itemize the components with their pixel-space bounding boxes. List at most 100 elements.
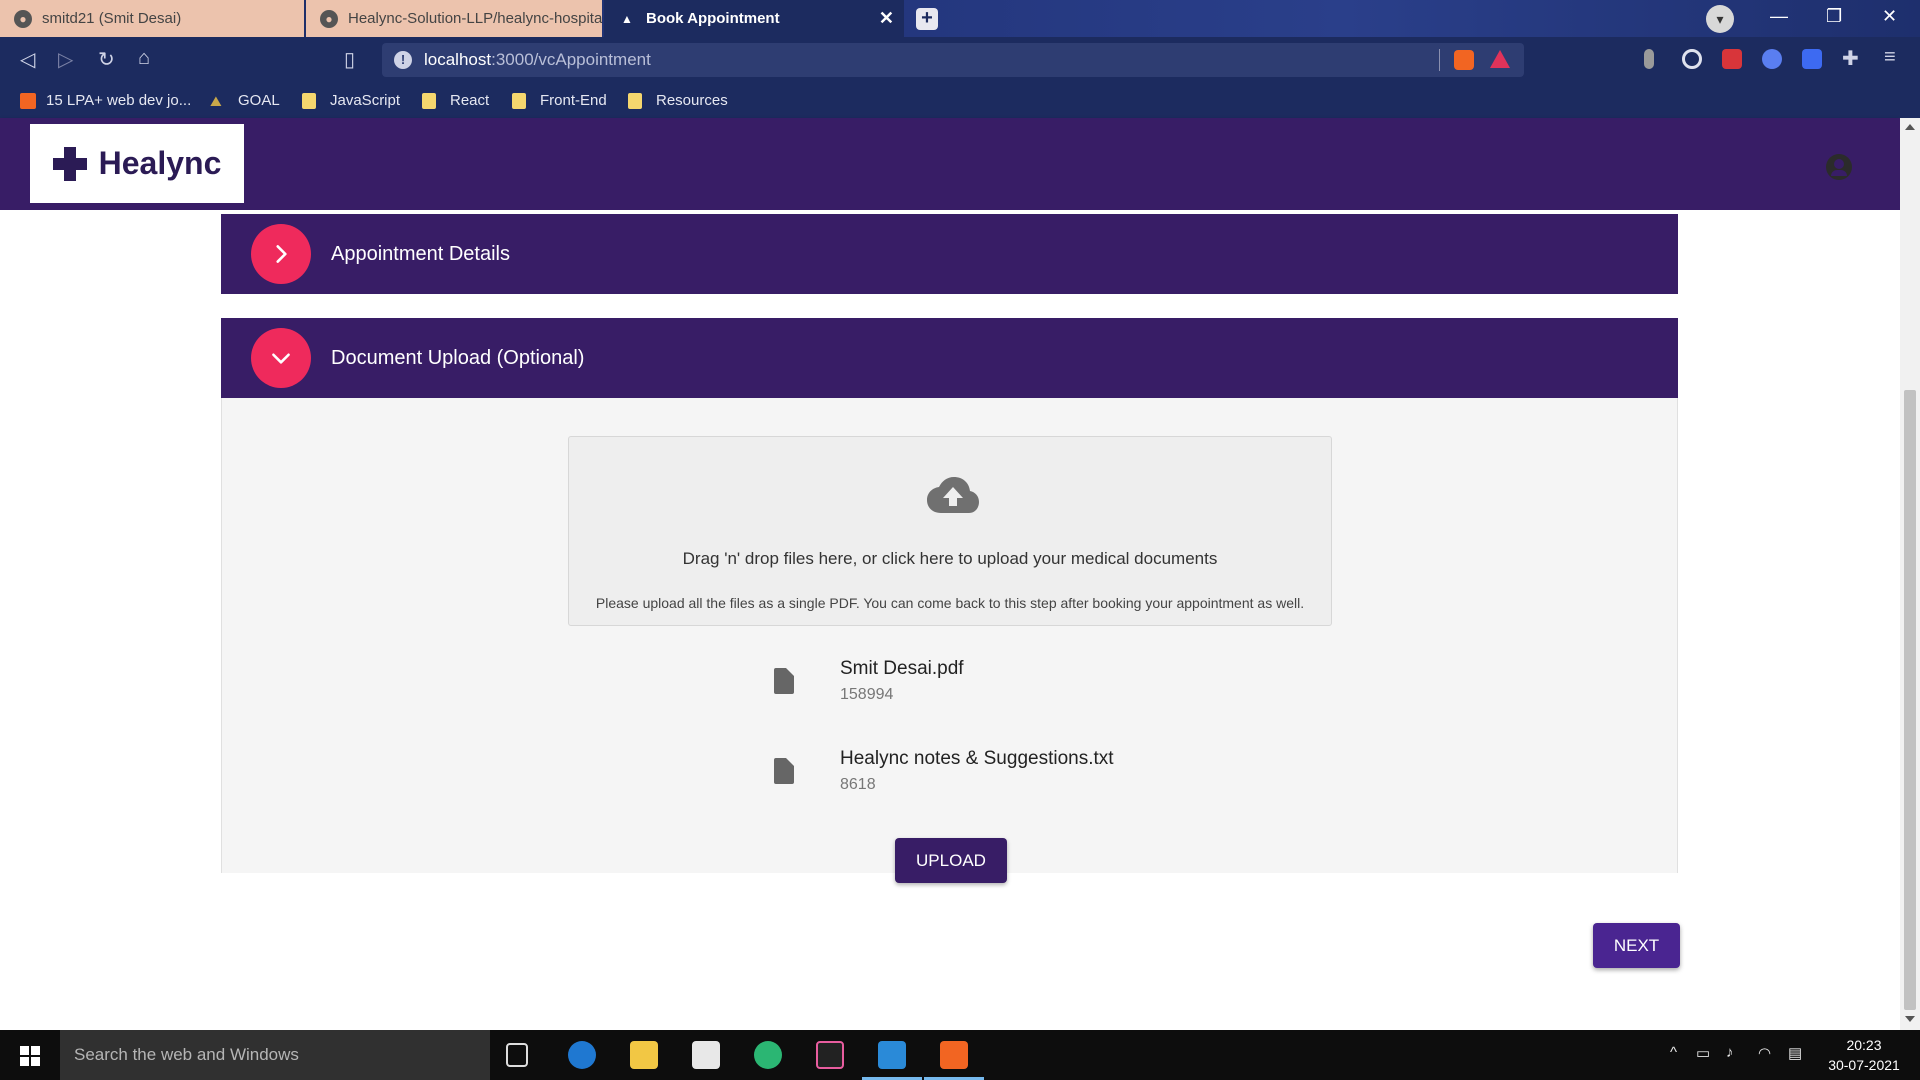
logo-cross-icon — [52, 146, 87, 181]
windows-taskbar: Search the web and Windows ^ ▭ ♪ ◠ ▤ 20:… — [0, 1030, 1920, 1080]
clock-time: 20:23 — [1846, 1037, 1882, 1053]
file-size: 158994 — [840, 686, 894, 703]
file-icon — [774, 668, 794, 694]
tab-github-repo[interactable]: ● Healync-Solution-LLP/healync-hospita — [306, 0, 602, 37]
page-scrollbar[interactable] — [1900, 118, 1920, 1030]
scrollbar-thumb[interactable] — [1904, 390, 1916, 1010]
minimize-icon[interactable]: — — [1770, 6, 1788, 27]
brave-rewards-icon[interactable] — [1490, 50, 1510, 68]
browser-menu-icon[interactable]: ≡ — [1884, 46, 1896, 69]
bookmark-folder[interactable]: Front-End — [512, 92, 607, 109]
logo-text: Healync — [98, 145, 222, 181]
bookmark-item[interactable]: ⛰ GOAL — [210, 92, 280, 109]
bookmark-folder[interactable]: JavaScript — [302, 92, 400, 109]
folder-icon — [512, 92, 526, 109]
wifi-icon[interactable]: ◠ — [1758, 1044, 1771, 1062]
extensions-puzzle-icon[interactable]: ✚ — [1842, 46, 1859, 71]
next-button[interactable]: NEXT — [1593, 923, 1680, 968]
brave-browser-icon[interactable] — [940, 1041, 968, 1069]
volume-icon[interactable]: ♪ — [1726, 1044, 1734, 1061]
home-icon[interactable]: ⌂ — [138, 47, 150, 70]
extension-icon[interactable] — [1644, 49, 1654, 69]
bookmark-folder[interactable]: Resources — [628, 92, 728, 109]
healync-logo[interactable]: Healync — [30, 124, 244, 203]
extension-red-icon[interactable] — [1722, 49, 1742, 69]
back-icon[interactable]: ◁ — [20, 47, 35, 72]
edge-icon[interactable] — [754, 1041, 782, 1069]
taskbar-search[interactable]: Search the web and Windows — [60, 1030, 490, 1080]
upload-button[interactable]: UPLOAD — [895, 838, 1007, 883]
tab-label: Book Appointment — [646, 10, 780, 27]
extension-target-icon[interactable] — [1682, 49, 1702, 69]
folder-icon — [628, 92, 642, 109]
accordion-document-upload[interactable]: Document Upload (Optional) — [221, 318, 1678, 398]
dropzone-note: Please upload all the files as a single … — [595, 595, 1305, 611]
scroll-up-icon[interactable] — [1905, 124, 1915, 130]
browser-tab-bar: ● smitd21 (Smit Desai) ● Healync-Solutio… — [0, 0, 1920, 37]
app-header: Healync — [0, 118, 1900, 210]
accordion-title: Appointment Details — [331, 242, 510, 265]
address-bar[interactable]: ! localhost:3000/vcAppointment — [382, 43, 1524, 77]
file-name: Healync notes & Suggestions.txt — [840, 748, 1114, 769]
browser-toolbar: ◁ ▷ ↻ ⌂ ▯ ! localhost:3000/vcAppointment… — [0, 37, 1920, 83]
vscode-icon[interactable] — [878, 1041, 906, 1069]
github-icon: ● — [14, 9, 32, 28]
site-info-icon[interactable]: ! — [394, 51, 412, 69]
folder-icon — [302, 92, 316, 109]
bookmarks-bar: 15 LPA+ web dev jo... ⛰ GOAL JavaScript … — [0, 83, 1920, 118]
tab-label: smitd21 (Smit Desai) — [42, 10, 182, 27]
tray-expand-icon[interactable]: ^ — [1670, 1044, 1677, 1061]
dropzone-instruction: Drag 'n' drop files here, or click here … — [682, 549, 1218, 568]
chevron-right-icon[interactable] — [251, 224, 311, 284]
windows-start-icon[interactable] — [20, 1046, 40, 1066]
url-path: :3000/vcAppointment — [491, 50, 651, 69]
file-name: Smit Desai.pdf — [840, 658, 964, 679]
task-view-icon[interactable] — [506, 1043, 528, 1067]
file-size: 8618 — [840, 776, 876, 793]
reload-icon[interactable]: ↻ — [98, 47, 115, 72]
folder-icon — [422, 92, 436, 109]
new-tab-button[interactable]: + — [916, 8, 938, 30]
file-list-item: Healync notes & Suggestions.txt 8618 — [774, 748, 1274, 804]
notifications-icon[interactable]: ▤ — [1788, 1044, 1802, 1062]
scroll-down-icon[interactable] — [1905, 1016, 1915, 1022]
close-window-icon[interactable]: ✕ — [1882, 6, 1897, 27]
tab-book-appointment[interactable]: ▲ Book Appointment ✕ — [604, 0, 904, 37]
main-content: Appointment Details Document Upload (Opt… — [0, 210, 1900, 1030]
accordion-appointment-details[interactable]: Appointment Details — [221, 214, 1678, 294]
file-icon — [774, 758, 794, 784]
profile-menu-icon[interactable]: ▾ — [1706, 5, 1734, 33]
github-icon: ● — [320, 9, 338, 28]
extension-link-icon[interactable] — [1802, 49, 1822, 69]
restore-icon[interactable]: ❐ — [1826, 6, 1842, 27]
battery-icon[interactable]: ▭ — [1696, 1044, 1710, 1062]
bookmark-label: GOAL — [238, 92, 280, 109]
document-upload-panel: Drag 'n' drop files here, or click here … — [221, 398, 1678, 883]
bookmark-label: React — [450, 92, 490, 109]
bookmark-label: JavaScript — [330, 92, 401, 109]
account-circle-icon[interactable] — [1826, 154, 1852, 180]
close-tab-icon[interactable]: ✕ — [879, 8, 894, 29]
rss-icon — [20, 92, 36, 109]
file-explorer-icon[interactable] — [630, 1041, 658, 1069]
bookmark-icon[interactable]: ▯ — [344, 47, 355, 72]
bookmark-folder[interactable]: React — [422, 92, 489, 109]
omnibox-divider — [1439, 49, 1440, 71]
terminal-icon[interactable] — [816, 1041, 844, 1069]
file-dropzone[interactable]: Drag 'n' drop files here, or click here … — [568, 436, 1332, 626]
extension-blue-icon[interactable] — [1762, 49, 1782, 69]
app-favicon-icon: ▲ — [621, 11, 633, 26]
chevron-down-icon[interactable] — [251, 328, 311, 388]
cloud-upload-icon — [927, 477, 979, 513]
edge-legacy-icon[interactable] — [568, 1041, 596, 1069]
file-list-item: Smit Desai.pdf 158994 — [774, 658, 1274, 714]
taskbar-clock[interactable]: 20:23 30-07-2021 — [1820, 1035, 1908, 1075]
brave-shields-icon[interactable] — [1454, 50, 1474, 70]
tab-label: Healync-Solution-LLP/healync-hospita — [348, 10, 602, 27]
forward-icon[interactable]: ▷ — [58, 47, 73, 72]
bookmark-label: 15 LPA+ web dev jo... — [46, 92, 192, 109]
tab-github-profile[interactable]: ● smitd21 (Smit Desai) — [0, 0, 304, 37]
goal-icon: ⛰ — [210, 92, 222, 109]
store-icon[interactable] — [692, 1041, 720, 1069]
bookmark-item[interactable]: 15 LPA+ web dev jo... — [20, 92, 191, 109]
